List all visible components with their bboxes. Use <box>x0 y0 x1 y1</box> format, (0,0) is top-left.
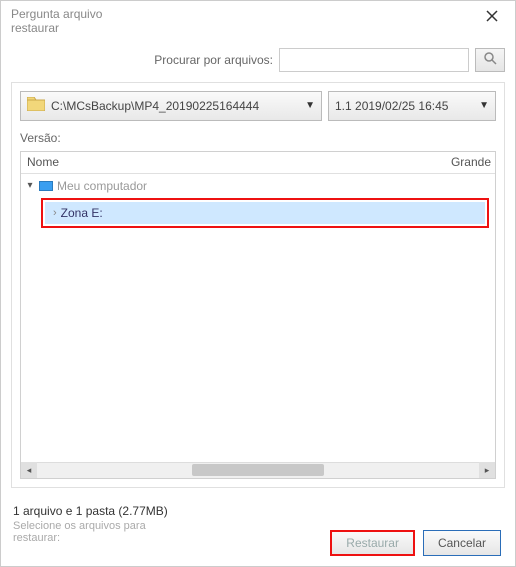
tree-body: ▾ Meu computador › Zona E: <box>21 174 495 228</box>
search-input[interactable] <box>279 48 469 72</box>
search-icon <box>483 51 497 68</box>
chevron-down-icon: ▼ <box>301 100 315 111</box>
folder-icon <box>27 97 45 114</box>
tree-root-row[interactable]: ▾ Meu computador <box>21 176 495 196</box>
path-dropdown[interactable]: C:\MCsBackup\MP4_20190225164444 ▼ <box>20 91 322 121</box>
search-row: Procurar por arquivos: <box>1 36 515 82</box>
tree-root-label: Meu computador <box>57 179 147 193</box>
version-label: Versão: <box>20 131 496 145</box>
cancel-button-label: Cancelar <box>438 536 486 550</box>
window-title: Pergunta arquivo restaurar <box>11 7 102 36</box>
file-list: Nome Grande ▾ Meu computador › Zona E: ◂… <box>20 151 496 479</box>
computer-icon <box>39 181 53 191</box>
cancel-button[interactable]: Cancelar <box>423 530 501 556</box>
highlighted-frame: › Zona E: <box>41 198 489 228</box>
list-header: Nome Grande <box>21 152 495 174</box>
column-name[interactable]: Nome <box>21 155 445 169</box>
tree-child-label: Zona E: <box>61 206 103 220</box>
tree-child-row[interactable]: › Zona E: <box>45 202 485 224</box>
scroll-thumb[interactable] <box>192 464 325 476</box>
selector-row: C:\MCsBackup\MP4_20190225164444 ▼ 1.1 20… <box>20 91 496 121</box>
search-label: Procurar por arquivos: <box>154 53 273 67</box>
main-panel: C:\MCsBackup\MP4_20190225164444 ▼ 1.1 20… <box>11 82 505 488</box>
version-dropdown[interactable]: 1.1 2019/02/25 16:45 ▼ <box>328 91 496 121</box>
path-dropdown-value: C:\MCsBackup\MP4_20190225164444 <box>51 99 259 113</box>
column-size[interactable]: Grande <box>445 155 495 169</box>
version-dropdown-value: 1.1 2019/02/25 16:45 <box>335 99 448 113</box>
status-text: 1 arquivo e 1 pasta (2.77MB) <box>13 504 503 518</box>
title-line-2: restaurar <box>11 21 59 35</box>
hint-line-2: restaurar: <box>13 532 60 544</box>
titlebar: Pergunta arquivo restaurar <box>1 1 515 36</box>
chevron-down-icon[interactable]: ▾ <box>25 180 35 191</box>
scroll-track[interactable] <box>37 462 479 478</box>
title-line-1: Pergunta arquivo <box>11 7 102 21</box>
search-button[interactable] <box>475 48 505 72</box>
close-icon[interactable] <box>479 7 505 30</box>
scroll-left-button[interactable]: ◂ <box>21 462 37 478</box>
restore-button[interactable]: Restaurar <box>330 530 415 556</box>
hint-line-1: Selecione os arquivos para <box>13 520 146 532</box>
button-row: Restaurar Cancelar <box>330 530 501 556</box>
chevron-right-icon[interactable]: › <box>53 207 57 219</box>
horizontal-scrollbar[interactable]: ◂ ▸ <box>21 462 495 478</box>
scroll-right-button[interactable]: ▸ <box>479 462 495 478</box>
restore-button-label: Restaurar <box>346 536 399 550</box>
chevron-down-icon: ▼ <box>475 100 489 111</box>
